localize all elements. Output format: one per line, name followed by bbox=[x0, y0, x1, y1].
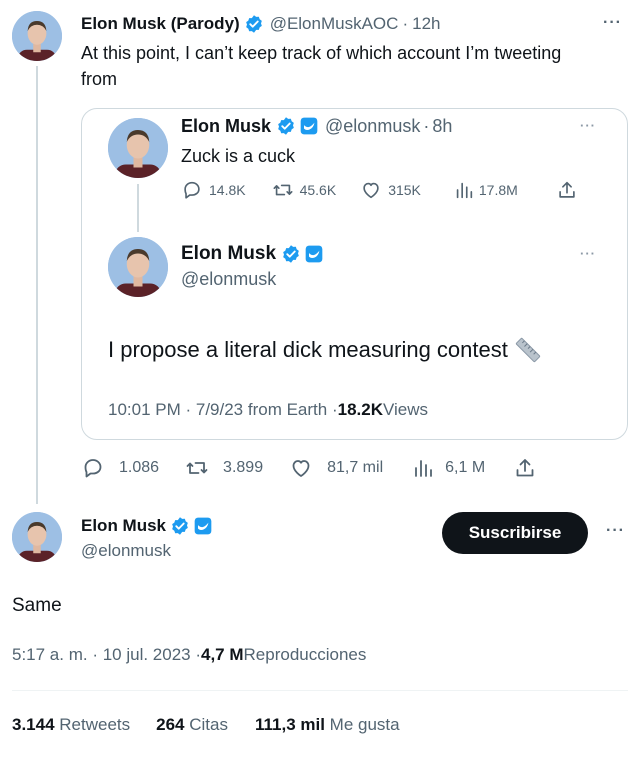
share-button[interactable] bbox=[556, 179, 578, 201]
avatar[interactable] bbox=[108, 118, 168, 178]
handle[interactable]: @ElonMuskAOC bbox=[270, 14, 399, 34]
avatar[interactable] bbox=[12, 512, 62, 562]
ruler-icon bbox=[514, 336, 542, 364]
reply-count: 14.8K bbox=[209, 182, 246, 198]
like-button[interactable]: 315K bbox=[360, 179, 421, 201]
views-label: Views bbox=[382, 400, 429, 419]
views-count: 18.2K bbox=[337, 400, 383, 419]
like-count: 315K bbox=[388, 182, 421, 198]
likes-stat[interactable]: 111,3 mil Me gusta bbox=[255, 715, 400, 735]
reply-button[interactable]: 14.8K bbox=[181, 179, 246, 201]
handle[interactable]: @elonmusk bbox=[325, 116, 420, 137]
more-icon[interactable]: ··· bbox=[606, 522, 625, 540]
views-count: 17.8M bbox=[478, 182, 518, 198]
twitter-blue-icon bbox=[304, 244, 324, 264]
retweet-icon bbox=[186, 462, 208, 474]
heart-icon bbox=[292, 460, 310, 477]
thread-line bbox=[137, 184, 139, 232]
thread-line bbox=[36, 66, 38, 504]
separator: · bbox=[402, 14, 409, 33]
tweet-text-content: I propose a literal dick measuring conte… bbox=[108, 337, 508, 362]
retweets-count: 3.144 bbox=[12, 715, 55, 734]
reply-icon bbox=[184, 181, 200, 199]
likes-count: 111,3 mil bbox=[254, 715, 325, 734]
likes-label: Me gusta bbox=[324, 715, 400, 734]
share-icon bbox=[516, 459, 534, 477]
quotes-label: Citas bbox=[184, 715, 228, 734]
divider bbox=[12, 690, 628, 691]
timestamp[interactable]: 12h bbox=[412, 14, 440, 34]
handle[interactable]: @elonmusk bbox=[181, 269, 276, 290]
tweet-text: Same bbox=[12, 595, 62, 616]
verified-badge-icon[interactable] bbox=[281, 244, 301, 264]
timestamp[interactable]: 8h bbox=[432, 116, 452, 137]
timestamp[interactable]: 10:01 PM · 7/9/23 from Earth · bbox=[108, 400, 338, 420]
quotes-count: 264 bbox=[156, 715, 185, 734]
tweet-text: At this point, I can’t keep track of whi… bbox=[81, 43, 562, 89]
like-count: 81,7 mil bbox=[327, 459, 384, 476]
retweet-icon bbox=[273, 184, 293, 196]
display-name[interactable]: Elon Musk (Parody) bbox=[81, 14, 240, 34]
separator: · bbox=[423, 115, 430, 136]
verified-badge-icon[interactable] bbox=[276, 116, 296, 136]
timestamp[interactable]: 5:17 a. m. · 10 jul. 2023 · bbox=[12, 645, 201, 665]
tweet-header: Elon Musk (Parody) @ElonMuskAOC · 12h bbox=[81, 12, 440, 36]
share-button[interactable] bbox=[513, 456, 537, 480]
subscribe-button[interactable]: Suscribirse bbox=[442, 512, 588, 554]
more-icon[interactable]: ··· bbox=[580, 118, 596, 133]
reply-count: 1.086 bbox=[119, 459, 160, 476]
retweet-button[interactable]: 45.6K bbox=[272, 179, 337, 201]
tweet-meta: 5:17 a. m. · 10 jul. 2023 · 4,7 M Reprod… bbox=[12, 645, 366, 665]
like-button[interactable]: 81,7 mil bbox=[289, 456, 383, 480]
retweet-count: 3.899 bbox=[223, 459, 264, 476]
views-icon bbox=[456, 182, 473, 199]
twitter-blue-icon bbox=[299, 116, 319, 136]
more-icon[interactable]: ··· bbox=[603, 14, 622, 32]
tweet-text: Zuck is a cuck bbox=[181, 146, 296, 166]
engagement-bar: 14.8K 45.6K 315K 17.8M bbox=[181, 178, 578, 202]
tweet-header: Elon Musk bbox=[181, 242, 324, 266]
reply-button[interactable]: 1.086 bbox=[81, 456, 159, 480]
tweet-text: I propose a literal dick measuring conte… bbox=[108, 336, 542, 364]
share-icon bbox=[559, 181, 575, 198]
avatar[interactable] bbox=[108, 237, 168, 297]
display-name[interactable]: Elon Musk bbox=[181, 116, 271, 137]
reply-icon bbox=[84, 459, 102, 478]
verified-badge-icon[interactable] bbox=[244, 14, 264, 34]
retweet-button[interactable]: 3.899 bbox=[185, 456, 263, 480]
quotes-stat[interactable]: 264 Citas bbox=[156, 715, 228, 735]
views-button[interactable]: 17.8M bbox=[453, 179, 518, 201]
engagement-bar: 1.086 3.899 81,7 mil 6,1 M bbox=[81, 455, 537, 481]
views-icon bbox=[415, 460, 433, 477]
verified-badge-icon[interactable] bbox=[170, 516, 190, 536]
views-button[interactable]: 6,1 M bbox=[411, 456, 485, 480]
twitter-blue-icon bbox=[193, 516, 213, 536]
views-label: Reproducciones bbox=[243, 645, 367, 664]
tweet-header: Elon Musk @elonmusk · 8h bbox=[181, 114, 452, 138]
heart-icon bbox=[363, 182, 379, 199]
views-count: 6,1 M bbox=[445, 459, 486, 476]
retweets-stat[interactable]: 3.144 Retweets bbox=[12, 715, 130, 735]
views-count: 4,7 M bbox=[201, 645, 244, 664]
display-name[interactable]: Elon Musk bbox=[181, 243, 276, 265]
display-name[interactable]: Elon Musk bbox=[81, 516, 166, 536]
more-icon[interactable]: ··· bbox=[580, 246, 596, 261]
avatar[interactable] bbox=[12, 11, 62, 61]
tweet-meta: 10:01 PM · 7/9/23 from Earth · 18.2K Vie… bbox=[108, 400, 428, 420]
retweets-label: Retweets bbox=[54, 715, 131, 734]
handle[interactable]: @elonmusk bbox=[81, 541, 171, 561]
engagement-summary: 3.144 Retweets 264 Citas 111,3 mil Me gu… bbox=[12, 715, 400, 735]
retweet-count: 45.6K bbox=[299, 182, 337, 198]
tweet-header: Elon Musk bbox=[81, 514, 213, 538]
